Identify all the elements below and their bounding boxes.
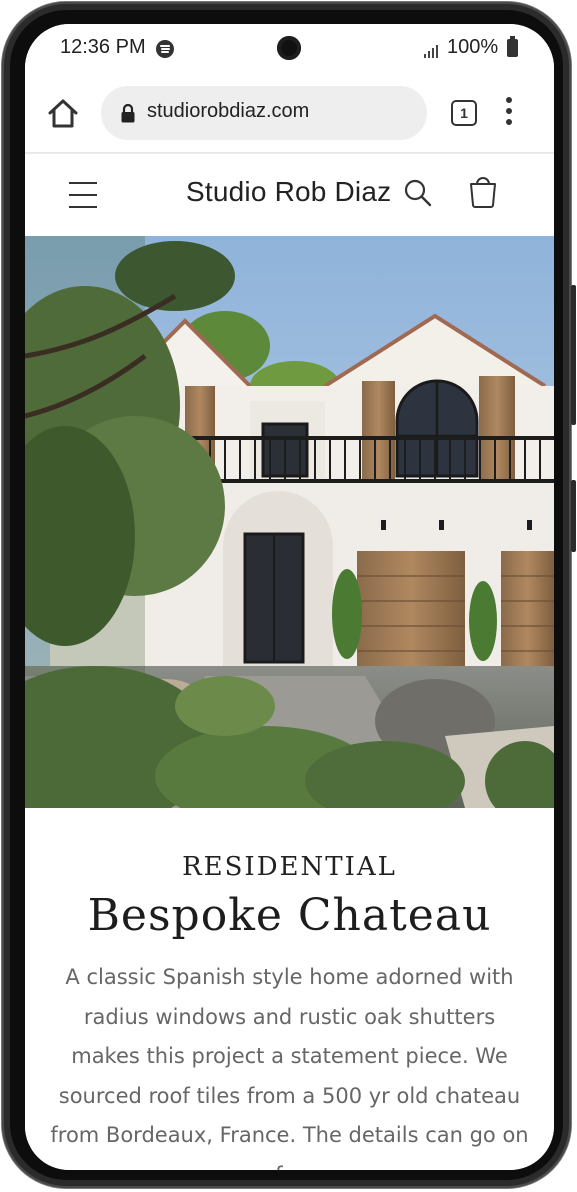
status-bar: 12:36 PM 100% [25, 24, 554, 76]
spotify-icon [156, 40, 174, 58]
home-icon[interactable] [47, 98, 79, 128]
browser-toolbar: studiorobdiaz.com 1 [25, 76, 554, 152]
signal-icon [424, 42, 442, 58]
screen: 12:36 PM 100% studiorobdiaz.com 1 Studio… [25, 24, 554, 1170]
hero-image [25, 236, 554, 808]
project-description: A classic Spanish style home adorned wit… [50, 965, 529, 1170]
power-button [571, 480, 576, 552]
url-text: studiorobdiaz.com [147, 100, 310, 122]
cart-icon[interactable] [468, 176, 498, 208]
lock-icon [121, 103, 135, 123]
search-icon[interactable] [403, 178, 433, 208]
status-time: 12:36 PM [60, 36, 146, 58]
project-title: Bespoke Chateau [87, 890, 492, 941]
tab-switcher-button[interactable]: 1 [451, 100, 477, 126]
menu-icon[interactable] [69, 182, 97, 208]
site-brand[interactable]: Studio Rob Diaz [186, 176, 391, 208]
volume-button [571, 285, 576, 425]
hero-illustration [25, 236, 554, 808]
battery-icon [507, 36, 518, 57]
more-vert-icon[interactable] [505, 97, 513, 129]
address-bar[interactable]: studiorobdiaz.com [101, 86, 427, 140]
site-header: Studio Rob Diaz [25, 154, 554, 237]
project-content: RESIDENTIAL Bespoke Chateau A classic Sp… [25, 808, 554, 1170]
battery-percent: 100% [447, 36, 499, 58]
project-category: RESIDENTIAL [182, 852, 397, 882]
front-camera [277, 36, 301, 60]
